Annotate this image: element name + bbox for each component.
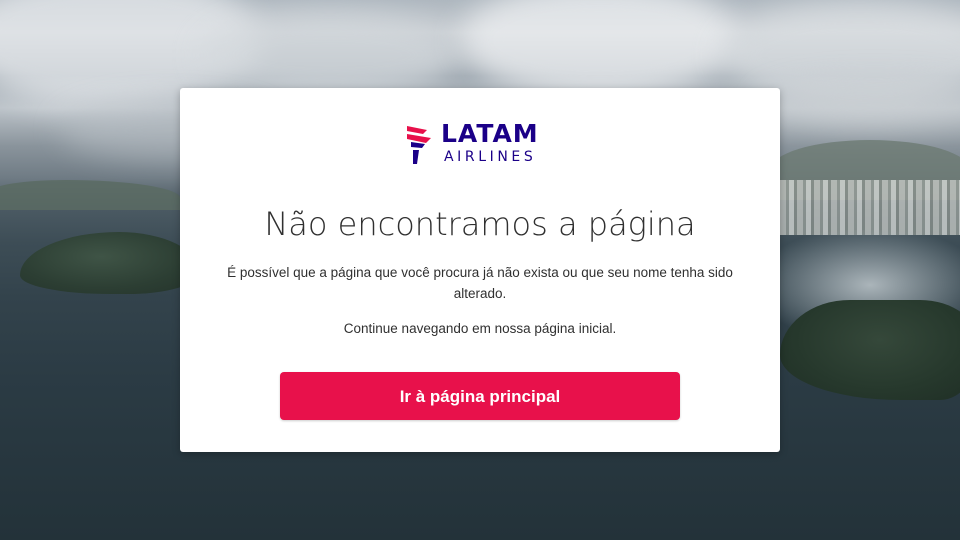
coastline-left	[0, 180, 180, 210]
logo-wordmark: LATAM	[441, 119, 539, 148]
latam-logo[interactable]: LATAM AIRLINES	[405, 120, 565, 166]
navigation-hint: Continue navegando em nossa página inici…	[343, 321, 617, 336]
error-description: É possível que a página que você procura…	[227, 265, 733, 301]
home-page-button[interactable]: Ir à página principal	[280, 372, 680, 420]
logo-subtitle: AIRLINES	[444, 149, 537, 165]
island-left	[20, 232, 200, 294]
cloud	[760, 80, 960, 130]
city-right	[780, 180, 960, 235]
page-title: Não encontramos a página	[264, 205, 696, 243]
cloud	[460, 0, 740, 100]
island-right	[780, 300, 960, 400]
error-card: LATAM AIRLINES Não encontramos a página …	[180, 88, 780, 452]
latam-logo-icon	[407, 126, 431, 164]
cloud	[200, 10, 460, 100]
